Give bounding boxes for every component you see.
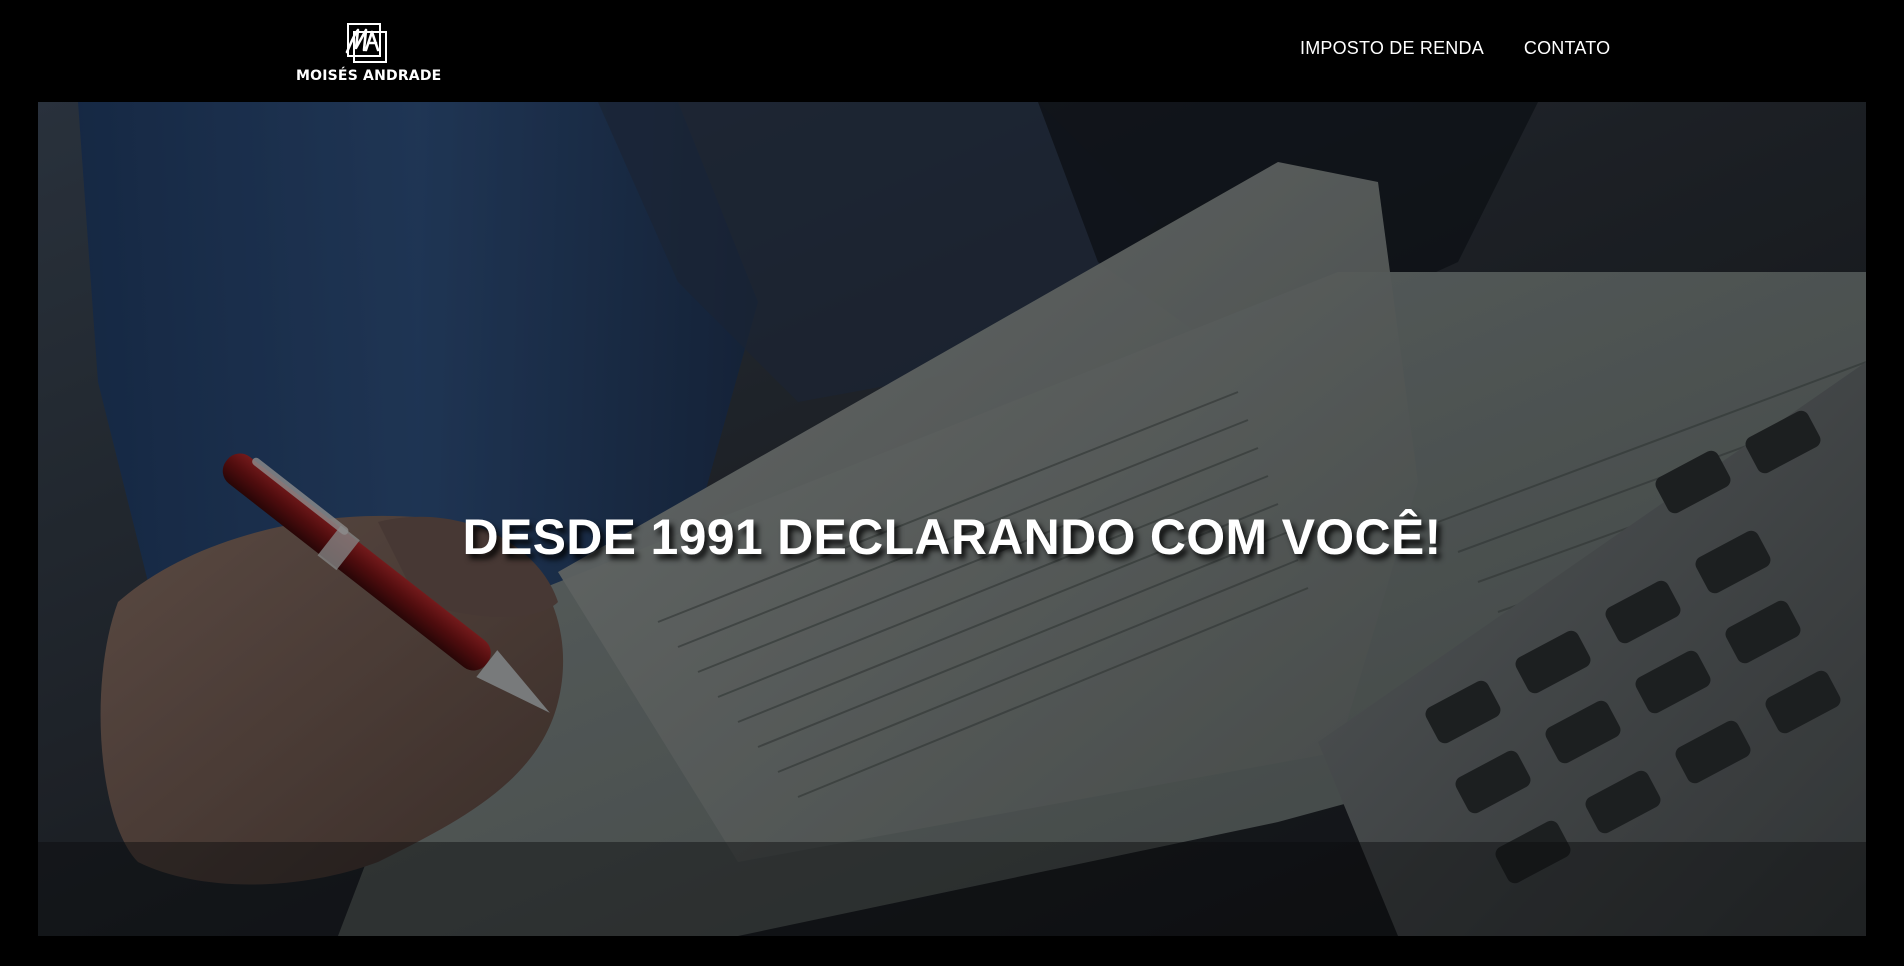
- nav-link-imposto-de-renda[interactable]: IMPOSTO DE RENDA: [1300, 38, 1484, 59]
- bottom-bar: [0, 936, 1904, 966]
- hero-banner: DESDE 1991 DECLARANDO COM VOCÊ!: [38, 102, 1866, 936]
- logo-link[interactable]: MOISÉS ANDRADE: [296, 20, 442, 86]
- site-header: MOISÉS ANDRADE IMPOSTO DE RENDA CONTATO: [0, 0, 1904, 102]
- nav-link-contato[interactable]: CONTATO: [1524, 38, 1610, 59]
- main-nav: IMPOSTO DE RENDA CONTATO: [1300, 38, 1610, 59]
- page: MOISÉS ANDRADE IMPOSTO DE RENDA CONTATO: [0, 0, 1904, 966]
- logo-mark-icon: [345, 23, 387, 63]
- hero-title: DESDE 1991 DECLARANDO COM VOCÊ!: [462, 509, 1442, 565]
- logo-text: MOISÉS ANDRADE: [296, 68, 442, 84]
